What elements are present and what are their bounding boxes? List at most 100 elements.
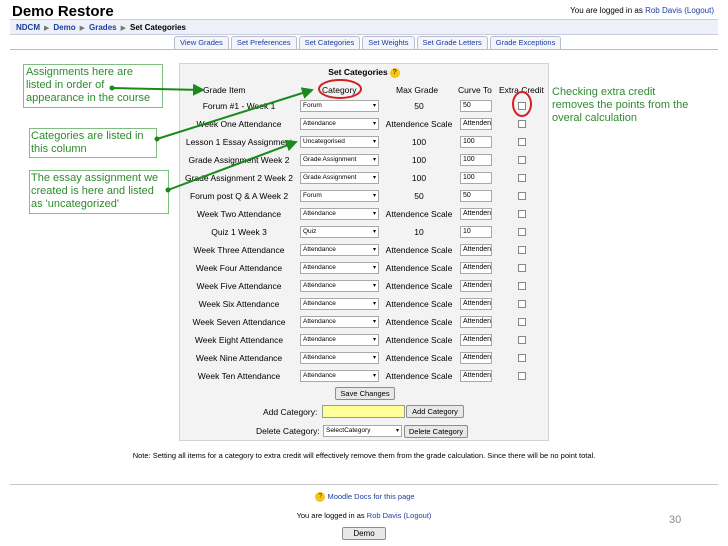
curve-to-input[interactable]: Attenden bbox=[460, 370, 492, 382]
delete-category-select[interactable]: SelectCategory ▾ bbox=[323, 425, 402, 437]
extra-credit-checkbox[interactable] bbox=[518, 300, 526, 308]
chevron-down-icon: ▾ bbox=[395, 428, 399, 434]
save-changes-button[interactable]: Save Changes bbox=[335, 387, 395, 400]
table-row: Week Four Attendance Attendance ▾ Attendenc… bbox=[179, 260, 549, 278]
extra-credit-checkbox[interactable] bbox=[518, 336, 526, 344]
curve-to-input[interactable]: Attenden bbox=[460, 316, 492, 328]
header-curve-to: Curve To bbox=[458, 85, 492, 95]
extra-credit-checkbox[interactable] bbox=[518, 120, 526, 128]
breadcrumb-grades[interactable]: Grades bbox=[89, 23, 117, 32]
extra-credit-checkbox[interactable] bbox=[518, 282, 526, 290]
curve-to-input[interactable]: Attenden bbox=[460, 244, 492, 256]
category-select[interactable]: Attendance ▾ bbox=[300, 280, 379, 292]
max-grade: Attendence Scale bbox=[385, 263, 453, 273]
category-select[interactable]: Attendance ▾ bbox=[300, 352, 379, 364]
table-row: Forum #1 - Week 1 Forum ▾ 50 50 bbox=[179, 98, 549, 116]
category-value: Attendance bbox=[303, 300, 336, 307]
tab-view-grades[interactable]: View Grades bbox=[174, 36, 229, 49]
curve-to-input[interactable]: Attenden bbox=[460, 208, 492, 220]
extra-credit-checkbox[interactable] bbox=[518, 372, 526, 380]
category-select[interactable]: Quiz ▾ bbox=[300, 226, 379, 238]
extra-credit-checkbox[interactable] bbox=[518, 354, 526, 362]
category-select[interactable]: Attendance ▾ bbox=[300, 334, 379, 346]
category-select[interactable]: Attendance ▾ bbox=[300, 316, 379, 328]
breadcrumb-ndcm[interactable]: NDCM bbox=[16, 23, 40, 32]
chevron-down-icon: ▾ bbox=[372, 121, 376, 127]
extra-credit-checkbox[interactable] bbox=[518, 246, 526, 254]
user-link[interactable]: Rob Davis bbox=[645, 6, 682, 15]
extra-credit-checkbox[interactable] bbox=[518, 138, 526, 146]
chevron-down-icon: ▾ bbox=[372, 373, 376, 379]
breadcrumb-demo[interactable]: Demo bbox=[53, 23, 75, 32]
category-select[interactable]: Attendance ▾ bbox=[300, 298, 379, 310]
annotation-essay-note: The essay assignment we created is here … bbox=[31, 172, 158, 211]
category-value: Attendance bbox=[303, 372, 336, 379]
max-grade: Attendence Scale bbox=[385, 371, 453, 381]
max-grade: Attendence Scale bbox=[385, 281, 453, 291]
category-value: Attendance bbox=[303, 246, 336, 253]
table-row: Week Three Attendance Attendance ▾ Attenden… bbox=[179, 242, 549, 260]
table-row: Forum post Q & A Week 2 Forum ▾ 50 50 bbox=[179, 188, 549, 206]
curve-to-input[interactable]: 10 bbox=[460, 226, 492, 238]
annotation-line: created is here and listed bbox=[31, 185, 154, 197]
logout-link[interactable]: (Logout) bbox=[684, 6, 714, 15]
course-home-button[interactable]: Demo bbox=[342, 527, 386, 540]
tab-grade-exceptions[interactable]: Grade Exceptions bbox=[489, 36, 562, 49]
add-category-button[interactable]: Add Category bbox=[406, 405, 464, 418]
category-select[interactable]: Attendance ▾ bbox=[300, 370, 379, 382]
moodle-docs-text[interactable]: Moodle Docs for this page bbox=[327, 492, 414, 501]
curve-to-input[interactable]: Attenden bbox=[460, 334, 492, 346]
add-category-input[interactable] bbox=[322, 405, 405, 418]
extra-credit-checkbox[interactable] bbox=[518, 228, 526, 236]
category-select[interactable]: Attendance ▾ bbox=[300, 262, 379, 274]
extra-credit-checkbox[interactable] bbox=[518, 210, 526, 218]
grade-item-name: Week Seven Attendance bbox=[192, 317, 286, 327]
tab-set-weights[interactable]: Set Weights bbox=[362, 36, 415, 49]
max-grade: 10 bbox=[414, 227, 424, 237]
tab-set-preferences[interactable]: Set Preferences bbox=[230, 36, 297, 49]
help-icon[interactable]: ? bbox=[389, 67, 400, 78]
curve-to-input[interactable]: 100 bbox=[460, 136, 492, 148]
curve-to-input[interactable]: 100 bbox=[460, 172, 492, 184]
category-select[interactable]: Attendance ▾ bbox=[300, 118, 379, 130]
extra-credit-checkbox[interactable] bbox=[518, 264, 526, 272]
moodle-docs-link[interactable]: ? Moodle Docs for this page bbox=[0, 492, 728, 503]
table-row: Week Five Attendance Attendance ▾ Attendenc… bbox=[179, 278, 549, 296]
curve-to-input[interactable]: 50 bbox=[460, 100, 492, 112]
max-grade: Attendence Scale bbox=[385, 209, 453, 219]
curve-to-input[interactable]: 100 bbox=[460, 154, 492, 166]
category-select[interactable]: Grade Assignment ▾ bbox=[300, 154, 379, 166]
footer-user-link[interactable]: Rob Davis bbox=[367, 511, 402, 520]
category-select[interactable]: Uncategorised ▾ bbox=[300, 136, 379, 148]
curve-to-input[interactable]: Attenden bbox=[460, 280, 492, 292]
extra-credit-checkbox[interactable] bbox=[518, 192, 526, 200]
curve-to-input[interactable]: Attenden bbox=[460, 352, 492, 364]
curve-to-input[interactable]: Attenden bbox=[460, 298, 492, 310]
extra-credit-checkbox[interactable] bbox=[518, 102, 526, 110]
footer-logout-link[interactable]: (Logout) bbox=[403, 511, 431, 520]
breadcrumb-separator-icon: ▶ bbox=[44, 25, 50, 32]
category-select[interactable]: Attendance ▾ bbox=[300, 244, 379, 256]
tab-set-grade-letters[interactable]: Set Grade Letters bbox=[416, 36, 488, 49]
extra-credit-checkbox[interactable] bbox=[518, 318, 526, 326]
category-select[interactable]: Forum ▾ bbox=[300, 190, 379, 202]
delete-select-value: SelectCategory bbox=[326, 427, 371, 434]
extra-credit-checkbox[interactable] bbox=[518, 174, 526, 182]
curve-to-input[interactable]: Attenden bbox=[460, 118, 492, 130]
annotation-line: The essay assignment we bbox=[31, 172, 159, 184]
tab-set-categories[interactable]: Set Categories bbox=[298, 36, 361, 49]
header-max-grade: Max Grade bbox=[396, 85, 439, 95]
category-select[interactable]: Attendance ▾ bbox=[300, 208, 379, 220]
curve-to-input[interactable]: Attenden bbox=[460, 262, 492, 274]
chevron-down-icon: ▾ bbox=[372, 139, 376, 145]
delete-category-button[interactable]: Delete Category bbox=[404, 425, 468, 438]
header-category: Category bbox=[322, 85, 357, 95]
table-row: Week Nine Attendance Attendance ▾ Attendenc… bbox=[179, 350, 549, 368]
footer-login-prefix: You are logged in as bbox=[296, 511, 365, 520]
category-value: Quiz bbox=[303, 228, 317, 235]
note-text: Note: Setting all items for a category t… bbox=[132, 451, 596, 460]
category-select[interactable]: Forum ▾ bbox=[300, 100, 379, 112]
category-select[interactable]: Grade Assignment ▾ bbox=[300, 172, 379, 184]
extra-credit-checkbox[interactable] bbox=[518, 156, 526, 164]
curve-to-input[interactable]: 50 bbox=[460, 190, 492, 202]
